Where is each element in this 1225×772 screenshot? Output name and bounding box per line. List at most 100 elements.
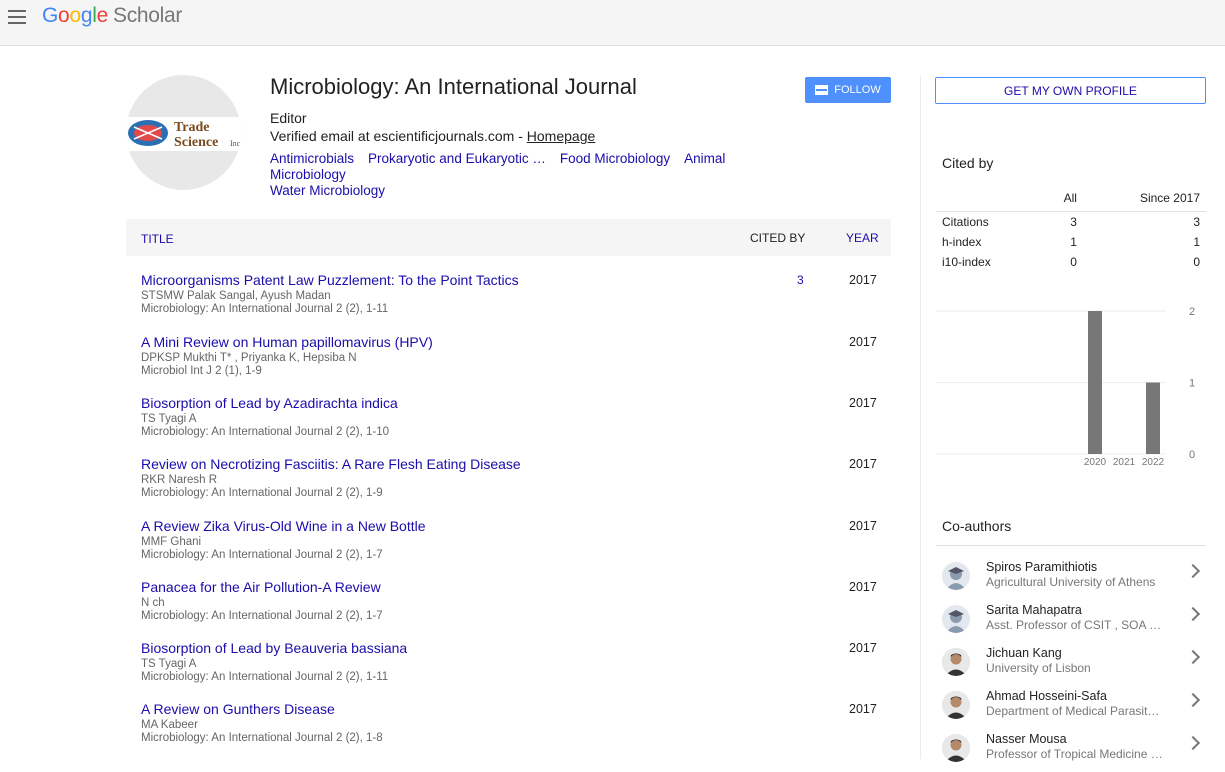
article-venue: Microbiology: An International Journal 2… <box>141 303 389 315</box>
chart-bar[interactable] <box>1146 382 1160 455</box>
google-scholar-logo[interactable]: Google Scholar <box>42 4 182 28</box>
default-avatar-icon <box>942 605 970 633</box>
svg-text:Inc: Inc <box>230 139 241 148</box>
chevron-right-icon <box>1185 692 1201 708</box>
profile-avatar: Trade Science Inc <box>126 75 241 190</box>
coauthor-affiliation: Department of Medical Parasit… <box>986 704 1160 718</box>
stats-row: Citations 3 3 <box>936 212 1206 233</box>
chevron-right-icon <box>1185 649 1201 665</box>
article-authors: TS Tyagi A <box>141 413 197 425</box>
article-title[interactable]: A Review Zika Virus-Old Wine in a New Bo… <box>141 518 891 534</box>
default-avatar-icon <box>942 562 970 590</box>
chart-y-tick-label: 2 <box>1189 306 1195 318</box>
article-venue: Microbiology: An International Journal 2… <box>141 732 383 744</box>
mail-icon <box>815 85 829 95</box>
chart-x-tick-label: 2021 <box>1113 457 1136 468</box>
stats-header-all: All <box>1039 188 1083 212</box>
follow-label: FOLLOW <box>834 84 881 96</box>
article-title[interactable]: Microorganisms Patent Law Puzzlement: To… <box>141 272 891 288</box>
svg-text:Science: Science <box>174 135 218 150</box>
article-title[interactable]: A Mini Review on Human papillomavirus (H… <box>141 334 891 350</box>
interest-link[interactable]: Water Microbiology <box>270 183 385 198</box>
coauthor-name: Jichuan Kang <box>986 646 1062 660</box>
follow-button[interactable]: FOLLOW <box>805 77 891 103</box>
article-year: 2017 <box>849 335 877 349</box>
stats-label: i10-index <box>942 255 991 269</box>
article-title[interactable]: A Review on Gunthers Disease <box>141 701 891 717</box>
article-row: Biosorption of Lead by Beauveria bassian… <box>141 640 891 700</box>
column-divider <box>920 75 921 759</box>
article-title[interactable]: Biosorption of Lead by Azadirachta indic… <box>141 395 891 411</box>
article-row: Panacea for the Air Pollution-A Review N … <box>141 579 891 639</box>
coauthor-affiliation: Agricultural University of Athens <box>986 575 1156 589</box>
profile-email: Verified email at escientificjournals.co… <box>270 128 595 144</box>
coauthor-name: Ahmad Hosseini-Safa <box>986 689 1107 703</box>
chevron-right-icon <box>1185 563 1201 579</box>
article-authors: N ch <box>141 597 165 609</box>
svg-text:Trade: Trade <box>174 120 210 135</box>
coauthor-item[interactable]: Spiros Paramithiotis Agricultural Univers… <box>942 560 1206 600</box>
hamburger-menu-icon[interactable] <box>8 10 26 24</box>
article-title[interactable]: Panacea for the Air Pollution-A Review <box>141 579 891 595</box>
coauthor-name: Nasser Mousa <box>986 732 1067 746</box>
coauthor-affiliation: University of Lisbon <box>986 661 1091 675</box>
article-venue: Microbiology: An International Journal 2… <box>141 426 390 438</box>
article-title[interactable]: Biosorption of Lead by Beauveria bassian… <box>141 640 891 656</box>
article-title[interactable]: Review on Necrotizing Fasciitis: A Rare … <box>141 456 891 472</box>
article-authors: TS Tyagi A <box>141 658 197 670</box>
interest-link[interactable]: Prokaryotic and Eukaryotic … <box>368 151 546 166</box>
email-text: Verified email at escientificjournals.co… <box>270 128 527 144</box>
stats-since-value: 0 <box>1193 255 1200 269</box>
stats-since-value: 3 <box>1193 215 1200 229</box>
chart-bar[interactable] <box>1088 311 1102 454</box>
article-venue: Microbiology: An International Journal 2… <box>141 671 389 683</box>
article-year: 2017 <box>849 396 877 410</box>
article-authors: STSMW Palak Sangal, Ayush Madan <box>141 290 331 302</box>
coauthor-item[interactable]: Nasser Mousa Professor of Tropical Medici… <box>942 732 1206 772</box>
coauthor-item[interactable]: Jichuan Kang University of Lisbon <box>942 646 1206 686</box>
chevron-right-icon <box>1185 606 1201 622</box>
coauthor-photo <box>942 734 970 762</box>
sort-by-cited[interactable]: CITED BY <box>750 231 805 245</box>
stats-label: h-index <box>942 235 982 249</box>
article-row: Review on Necrotizing Fasciitis: A Rare … <box>141 456 891 516</box>
coauthor-photo <box>942 691 970 719</box>
coauthor-item[interactable]: Sarita Mahapatra Asst. Professor of CSIT … <box>942 603 1206 643</box>
article-year: 2017 <box>849 273 877 287</box>
profile-name: Microbiology: An International Journal <box>270 74 637 99</box>
article-cited-count[interactable]: 3 <box>797 273 804 287</box>
citation-stats-table: All Since 2017 Citations 3 3 h-index 1 1 i10-i… <box>936 188 1206 272</box>
article-year: 2017 <box>849 641 877 655</box>
coauthor-photo <box>942 648 970 676</box>
coauthor-item[interactable]: Ahmad Hosseini-Safa Department of Medical… <box>942 689 1206 729</box>
sort-by-year[interactable]: YEAR <box>846 231 879 245</box>
stats-all-value: 0 <box>1070 255 1077 269</box>
coauthor-affiliation: Asst. Professor of CSIT , SOA … <box>986 618 1162 632</box>
stats-since-value: 1 <box>1193 235 1200 249</box>
article-year: 2017 <box>849 580 877 594</box>
article-year: 2017 <box>849 702 877 716</box>
homepage-link[interactable]: Homepage <box>527 128 596 144</box>
chart-y-tick-label: 1 <box>1189 378 1195 390</box>
article-venue: Microbiology: An International Journal 2… <box>141 610 383 622</box>
article-authors: RKR Naresh R <box>141 474 218 486</box>
get-my-own-profile-button[interactable]: GET MY OWN PROFILE <box>935 77 1206 104</box>
article-venue: Microbiol Int J 2 (1), 1-9 <box>141 365 262 377</box>
cited-by-title: Cited by <box>942 155 994 171</box>
interest-link[interactable]: Antimicrobials <box>270 151 354 166</box>
article-authors: MA Kabeer <box>141 719 198 731</box>
top-bar: Google Scholar <box>0 0 1225 46</box>
article-row: A Mini Review on Human papillomavirus (H… <box>141 334 891 394</box>
research-interests: Antimicrobials Prokaryotic and Eukaryotic… <box>270 151 810 199</box>
article-row: Microorganisms Patent Law Puzzlement: To… <box>141 272 891 332</box>
article-venue: Microbiology: An International Journal 2… <box>141 487 383 499</box>
stats-label: Citations <box>942 215 989 229</box>
sort-by-title[interactable]: TITLE <box>141 232 174 246</box>
article-authors: DPKSP Mukthi T* , Priyanka K, Hepsiba N <box>141 352 357 364</box>
article-venue: Microbiology: An International Journal 2… <box>141 549 383 561</box>
article-year: 2017 <box>849 519 877 533</box>
stats-all-value: 3 <box>1070 215 1077 229</box>
coauthor-name: Spiros Paramithiotis <box>986 560 1098 574</box>
interest-link[interactable]: Food Microbiology <box>560 151 670 166</box>
coauthors-divider <box>936 545 1206 546</box>
